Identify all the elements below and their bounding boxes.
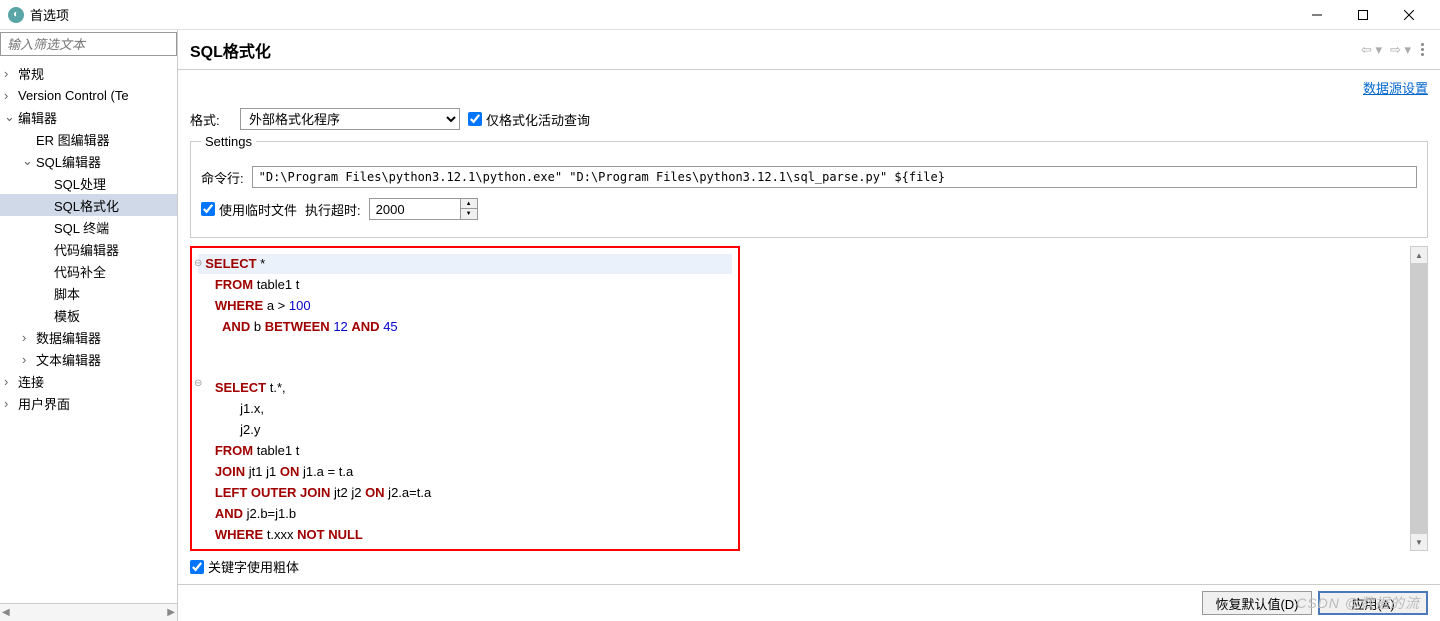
tree-item-label: 模板	[54, 306, 80, 325]
format-label: 格式:	[190, 110, 232, 129]
menu-icon[interactable]	[1417, 39, 1428, 60]
chevron-icon: ›	[4, 66, 18, 81]
titlebar: ◐ 首选项	[0, 0, 1440, 30]
tree-item[interactable]: SQL格式化	[0, 194, 177, 216]
tree-item-label: SQL处理	[54, 174, 106, 193]
tree-item-label: 代码补全	[54, 262, 106, 281]
category-tree: ›常规›Version Control (Te⌄编辑器ER 图编辑器⌄SQL编辑…	[0, 58, 177, 603]
tree-item[interactable]: 代码补全	[0, 260, 177, 282]
tree-item-label: 连接	[18, 372, 44, 391]
settings-legend: Settings	[201, 134, 256, 149]
maximize-button[interactable]	[1340, 0, 1386, 30]
chevron-icon: ⌄	[22, 153, 36, 169]
filter-input[interactable]	[0, 32, 177, 56]
tree-item[interactable]: ›连接	[0, 370, 177, 392]
use-tempfile-checkbox[interactable]: 使用临时文件	[201, 200, 297, 219]
tree-item[interactable]: ›用户界面	[0, 392, 177, 414]
chevron-icon: ›	[4, 396, 18, 411]
window-controls	[1294, 0, 1432, 30]
footer: 恢复默认值(D) 应用(A)	[178, 584, 1440, 621]
timeout-spinner[interactable]: ▲ ▼	[369, 198, 478, 220]
command-input[interactable]	[252, 166, 1417, 188]
scroll-thumb[interactable]	[1411, 263, 1427, 534]
tree-item-label: ER 图编辑器	[36, 130, 110, 149]
tree-item-label: 用户界面	[18, 394, 70, 413]
format-active-only-checkbox[interactable]: 仅格式化活动查询	[468, 110, 590, 129]
tree-item-label: SQL 终端	[54, 218, 109, 237]
page-title: SQL格式化	[190, 38, 271, 62]
tree-item[interactable]: ›数据编辑器	[0, 326, 177, 348]
forward-icon[interactable]: ⇨ ▾	[1388, 40, 1413, 60]
tree-item[interactable]: ⌄编辑器	[0, 106, 177, 128]
tree-item-label: 常规	[18, 64, 44, 83]
chevron-icon: ›	[4, 374, 18, 389]
tree-item[interactable]: 代码编辑器	[0, 238, 177, 260]
tree-item[interactable]: 模板	[0, 304, 177, 326]
chevron-icon: ›	[4, 88, 18, 103]
tree-item-label: SQL格式化	[54, 196, 119, 215]
back-icon[interactable]: ⇦ ▾	[1359, 40, 1384, 60]
content-pane: SQL格式化 ⇦ ▾ ⇨ ▾ 数据源设置 格式: 外部格式化程序 仅格式化活动查…	[178, 30, 1440, 621]
settings-fieldset: Settings 命令行: 使用临时文件 执行超时: ▲ ▼	[190, 141, 1428, 238]
bold-keywords-checkbox[interactable]: 关键字使用粗体	[190, 557, 1428, 576]
apply-button[interactable]: 应用(A)	[1318, 591, 1428, 615]
command-label: 命令行:	[201, 168, 244, 187]
tree-item-label: 代码编辑器	[54, 240, 119, 259]
scroll-up-icon[interactable]: ▲	[1411, 247, 1427, 263]
chevron-icon: ›	[22, 330, 36, 345]
tree-item[interactable]: ⌄SQL编辑器	[0, 150, 177, 172]
tree-item[interactable]: 脚本	[0, 282, 177, 304]
tree-item-label: SQL编辑器	[36, 152, 101, 171]
tree-item-label: 编辑器	[18, 108, 57, 127]
timeout-input[interactable]	[370, 199, 460, 219]
tree-item-label: 数据编辑器	[36, 328, 101, 347]
tree-item[interactable]: ›文本编辑器	[0, 348, 177, 370]
restore-defaults-button[interactable]: 恢复默认值(D)	[1202, 591, 1312, 615]
tree-item-label: Version Control (Te	[18, 88, 129, 103]
tree-item[interactable]: SQL处理	[0, 172, 177, 194]
datasource-settings-link[interactable]: 数据源设置	[1363, 81, 1428, 96]
close-button[interactable]	[1386, 0, 1432, 30]
scroll-down-icon[interactable]: ▼	[1411, 534, 1427, 550]
spinner-down-icon[interactable]: ▼	[461, 209, 477, 219]
app-icon: ◐	[8, 7, 24, 23]
format-select[interactable]: 外部格式化程序	[240, 108, 460, 130]
tree-item-label: 脚本	[54, 284, 80, 303]
chevron-icon: ›	[22, 352, 36, 367]
tree-item[interactable]: SQL 终端	[0, 216, 177, 238]
tree-item[interactable]: ER 图编辑器	[0, 128, 177, 150]
content-header: SQL格式化 ⇦ ▾ ⇨ ▾	[178, 30, 1440, 70]
chevron-icon: ⌄	[4, 109, 18, 125]
sql-preview: ⊖ SELECT * FROM table1 t WHERE a > 100 A…	[190, 246, 740, 551]
spinner-up-icon[interactable]: ▲	[461, 199, 477, 209]
window-title: 首选项	[30, 5, 69, 24]
tree-item-label: 文本编辑器	[36, 350, 101, 369]
tree-item[interactable]: ›Version Control (Te	[0, 84, 177, 106]
tree-item[interactable]: ›常规	[0, 62, 177, 84]
minimize-button[interactable]	[1294, 0, 1340, 30]
sidebar: ›常规›Version Control (Te⌄编辑器ER 图编辑器⌄SQL编辑…	[0, 30, 178, 621]
vertical-scrollbar[interactable]: ▲ ▼	[1410, 246, 1428, 551]
horizontal-scrollbar[interactable]: ◀▶	[0, 603, 177, 621]
timeout-label: 执行超时:	[305, 200, 361, 219]
